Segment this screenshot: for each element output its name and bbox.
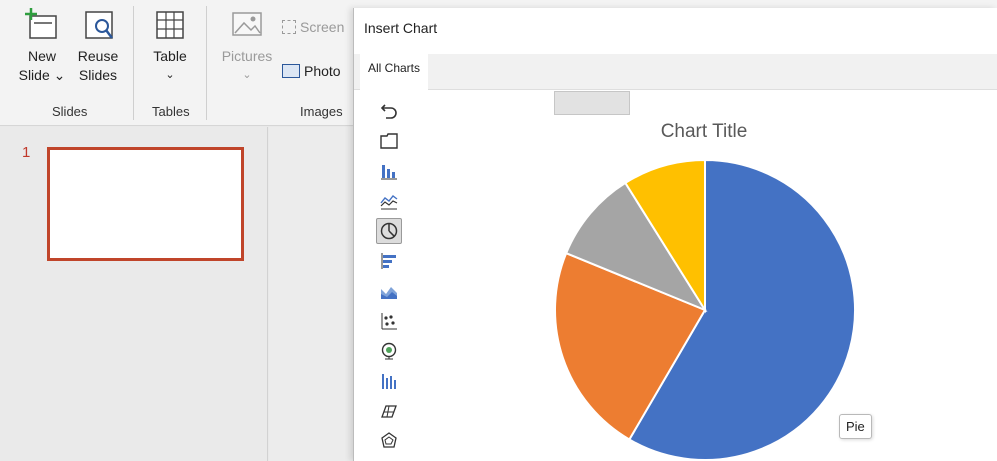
new-slide-icon [25,8,57,39]
chart-type-list [368,90,404,461]
images-group-label: Images [300,104,343,119]
column-chart-icon[interactable] [376,158,402,184]
chart-type-tooltip: Pie [839,414,872,439]
area-chart-icon[interactable] [376,278,402,304]
tab-all-charts[interactable]: All Charts [360,54,429,90]
photo-album-button[interactable]: Photo [282,62,352,81]
line-chart-icon[interactable] [376,188,402,214]
photo-album-icon [282,64,300,78]
screenshot-label: Screen [300,19,345,35]
group-divider [206,6,207,120]
chart-title: Chart Title [661,121,748,142]
new-slide-button[interactable]: New Slide ⌄ [18,8,66,85]
group-divider [133,6,134,120]
table-button[interactable]: Table ⌄ [148,8,192,85]
reuse-slides-label-1: Reuse [77,48,119,64]
scatter-chart-icon[interactable] [376,308,402,334]
new-slide-label-1: New [27,48,56,64]
new-slide-label-2: Slide ⌄ [18,67,66,83]
templates-icon[interactable] [376,128,402,154]
slide-workspace [269,127,353,461]
pie-slices [554,158,857,461]
reuse-slides-button[interactable]: Reuse Slides [73,8,123,85]
chart-preview: Chart Title [554,121,857,461]
table-icon [156,11,184,39]
slide-thumbnail[interactable] [47,147,244,261]
dialog-tab-bar: All Charts [354,54,997,90]
pie-chart-icon[interactable] [376,218,402,244]
dialog-title: Insert Chart [364,20,438,36]
photo-album-label: Photo [304,63,341,79]
reuse-slides-label-2: Slides [78,67,118,83]
tables-group-label: Tables [152,104,190,119]
pictures-chevron: ⌄ [242,69,252,81]
screenshot-icon [282,20,296,34]
slide-number: 1 [22,144,31,161]
map-chart-icon[interactable] [376,338,402,364]
surface-chart-icon[interactable] [376,398,402,424]
recent-icon[interactable] [376,98,402,124]
table-label: Table [153,48,187,64]
stock-chart-icon[interactable] [376,368,402,394]
radar-chart-icon[interactable] [376,428,402,454]
slides-group-label: Slides [52,104,88,119]
screenshot-button[interactable]: Screen [282,18,352,37]
pictures-button[interactable]: Pictures ⌄ [218,8,276,85]
pictures-label: Pictures [221,48,273,64]
pictures-icon [232,12,262,36]
reuse-slides-icon [85,11,113,39]
bar-chart-icon[interactable] [376,248,402,274]
table-chevron: ⌄ [165,69,175,81]
